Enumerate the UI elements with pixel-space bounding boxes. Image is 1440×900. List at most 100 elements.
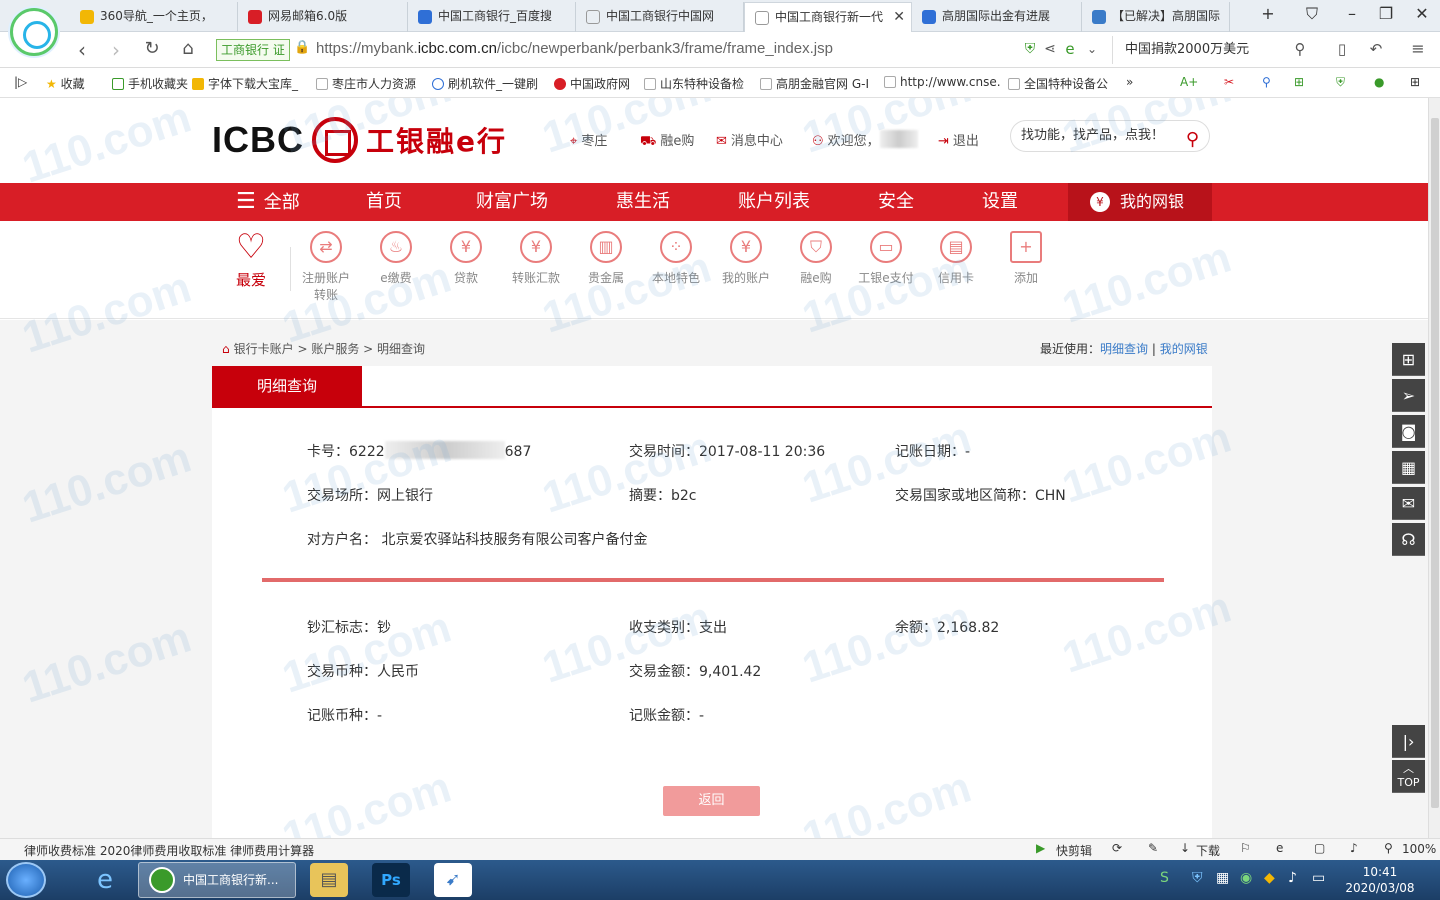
quick-e-payment[interactable]: ♨ e缴费 (361, 231, 431, 286)
quick-metal[interactable]: ▥ 贵金属 (571, 231, 641, 286)
taskbar-active-window[interactable]: 中国工商银行新... (138, 862, 296, 898)
browser-tab[interactable]: 中国工商银行_百度搜 (408, 2, 576, 32)
quick-transfer[interactable]: ¥ 转账汇款 (501, 231, 571, 286)
search-icon[interactable]: ⚲ (1186, 125, 1199, 155)
home-icon[interactable]: ⌂ (222, 342, 230, 356)
download-label[interactable]: 下载 (1196, 842, 1220, 859)
quick-add[interactable]: + 添加 (991, 231, 1061, 286)
zoom-icon[interactable]: ⚲ (1384, 841, 1393, 855)
flag-icon[interactable]: ⚐ (1240, 841, 1251, 855)
bookmark-item[interactable]: 全国特种设备公 (1008, 75, 1108, 92)
back-button[interactable]: 返回 (663, 786, 760, 816)
recent-link-mybank[interactable]: 我的网银 (1160, 342, 1208, 356)
bookmark-item[interactable]: http://www.cnse. (884, 75, 1001, 89)
quickcut-icon[interactable]: ▶ (1036, 841, 1045, 855)
logout-link[interactable]: ⇥ 退出 (938, 130, 979, 149)
ie-icon[interactable]: e (86, 863, 124, 897)
breadcrumb-item[interactable]: 银行卡账户 (234, 342, 294, 356)
security-icon[interactable]: ⛨ (1336, 75, 1345, 90)
sidebar-toggle-icon[interactable]: |▷ (14, 75, 27, 89)
folder-icon[interactable]: ▤ (310, 863, 348, 897)
bookmark-item[interactable]: 高朋金融官网 G-I (760, 75, 869, 92)
nav-wealth[interactable]: 财富广场 (476, 183, 548, 221)
icbc-logo[interactable]: ICBC 工银融e行 (212, 116, 507, 164)
quick-credit-card[interactable]: ▤ 信用卡 (921, 231, 991, 286)
tray-s-icon[interactable]: S (1160, 870, 1169, 886)
recent-link-detail[interactable]: 明细查询 (1100, 342, 1148, 356)
restore-icon[interactable]: ❐ (1374, 4, 1398, 23)
pin-icon[interactable]: ✎ (1148, 841, 1158, 855)
close-tab-icon[interactable]: ✕ (893, 3, 905, 31)
minimize-icon[interactable]: – (1340, 4, 1364, 23)
bank-certificate-badge[interactable]: 工商银行 证 (216, 39, 290, 61)
back-icon[interactable]: ‹ (70, 38, 94, 62)
nav-home[interactable]: 首页 (366, 183, 402, 221)
nav-life[interactable]: 惠生活 (616, 183, 670, 221)
refresh-icon[interactable]: ↻ (140, 38, 164, 59)
scrollbar-thumb[interactable] (1431, 118, 1439, 808)
search-input[interactable]: 中国捐款2000万美元 (1112, 36, 1312, 64)
back-to-top-button[interactable]: ︿ TOP (1392, 760, 1425, 793)
nav-all[interactable]: ☰ 全部 (236, 183, 300, 221)
browser-tab[interactable]: 360导航_一个主页， (70, 2, 238, 32)
quickcut-label[interactable]: 快剪辑 (1056, 842, 1092, 859)
more-bookmarks-icon[interactable]: » (1126, 75, 1133, 89)
app-bird-icon[interactable]: ➹ (434, 863, 472, 897)
gift-icon[interactable]: ⊞ (1392, 343, 1425, 376)
bookmark-item[interactable]: 山东特种设备检 (644, 75, 744, 92)
phone-icon[interactable]: ▯ (1330, 40, 1354, 58)
chevron-down-icon[interactable]: ⌄ (1080, 42, 1104, 56)
refresh-status-icon[interactable]: ⟳ (1112, 841, 1122, 855)
window-icon[interactable]: ▢ (1314, 841, 1325, 855)
status-text[interactable]: 律师收费标准 2020律师费用收取标准 律师费用计算器 (24, 842, 314, 859)
bookmark-item[interactable]: 枣庄市人力资源 (316, 75, 416, 92)
bookmark-item[interactable]: 字体下载大宝库_ (192, 75, 298, 92)
headset-icon[interactable]: ☊ (1392, 523, 1425, 556)
calendar-icon[interactable]: ▦ (1392, 451, 1425, 484)
bookmark-item[interactable]: ★ 收藏 (46, 75, 85, 92)
nav-mybank[interactable]: ¥ 我的网银 (1068, 183, 1212, 221)
tray-360-icon[interactable]: ◉ (1240, 870, 1252, 886)
apps-icon[interactable]: ⊞ (1410, 75, 1420, 89)
chat-icon[interactable]: ● (1374, 75, 1384, 89)
quick-local[interactable]: ⁘ 本地特色 (641, 231, 711, 286)
quick-register-transfer[interactable]: ⇄ 注册账户转账 (291, 231, 361, 303)
tray-volume-icon[interactable]: ♪ (1288, 870, 1297, 886)
shop-link[interactable]: ⛟ 融e购 (640, 130, 694, 151)
browser-logo-icon[interactable] (10, 8, 58, 56)
tray-network-icon[interactable]: ▦ (1216, 870, 1229, 886)
scissors-icon[interactable]: ✂ (1224, 75, 1234, 89)
undo-icon[interactable]: ↶ (1364, 40, 1388, 58)
game-icon[interactable]: ⊞ (1294, 75, 1304, 89)
quick-my-account[interactable]: ¥ 我的账户 (711, 231, 781, 286)
download-icon[interactable]: ↓ (1180, 841, 1190, 855)
quick-shop[interactable]: ⛉ 融e购 (781, 231, 851, 286)
nav-settings[interactable]: 设置 (982, 183, 1018, 221)
ie-icon[interactable]: e (1276, 841, 1283, 855)
tray-app-icon[interactable]: ◆ (1264, 870, 1275, 886)
camera-icon[interactable]: ◙ (1392, 415, 1425, 448)
tray-shield-icon[interactable]: ⛨ (1192, 870, 1203, 886)
home-icon[interactable]: ⌂ (176, 38, 200, 59)
photoshop-icon[interactable]: Ps (372, 863, 410, 897)
browser-tab[interactable]: 【已解决】高朋国际 (1082, 2, 1230, 32)
ie-mode-icon[interactable]: e (1058, 40, 1082, 58)
paper-plane-icon[interactable]: ➢ (1392, 379, 1425, 412)
translate-icon[interactable]: A+ (1180, 75, 1198, 89)
browser-tab[interactable]: 高朋国际出金有进展 (912, 2, 1082, 32)
quick-loan[interactable]: ¥ 贷款 (431, 231, 501, 286)
zoom-level[interactable]: 100% (1402, 842, 1436, 856)
messages-link[interactable]: ✉ 消息中心 (716, 130, 783, 149)
location-link[interactable]: ⌖ 枣庄 (570, 130, 607, 149)
menu-icon[interactable]: ≡ (1406, 39, 1430, 58)
site-search-input[interactable]: 找功能，找产品，点我！ ⚲ (1010, 120, 1210, 152)
breadcrumb-item[interactable]: 账户服务 (311, 342, 359, 356)
shirt-skin-icon[interactable]: ⛉ (1300, 4, 1324, 24)
browser-tab[interactable]: 网易邮箱6.0版 (238, 2, 408, 32)
new-tab-icon[interactable]: + (1256, 4, 1280, 23)
speaker-icon[interactable]: ♪ (1350, 841, 1358, 855)
browser-tab[interactable]: 中国工商银行中国网 (576, 2, 744, 32)
search-icon[interactable]: ⚲ (1288, 40, 1312, 58)
forward-icon[interactable]: › (104, 38, 128, 62)
close-window-icon[interactable]: ✕ (1410, 4, 1434, 23)
